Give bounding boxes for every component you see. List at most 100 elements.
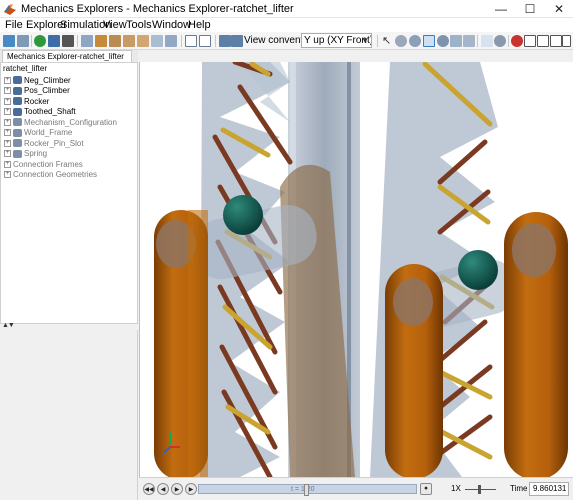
view-convention-dropdown[interactable]: Y up (XY Front) ▼ (301, 33, 372, 48)
view-3d-icon[interactable] (81, 35, 93, 47)
color-icon[interactable] (511, 35, 523, 47)
pause-icon[interactable] (48, 35, 60, 47)
menu-file[interactable]: File (5, 19, 23, 31)
close-button[interactable]: ✕ (545, 0, 573, 18)
box-right-icon[interactable] (137, 35, 149, 47)
menu-view[interactable]: View (103, 19, 127, 31)
tree-item-label: Mechanism_Configuration (24, 117, 117, 127)
stop-icon[interactable] (62, 35, 74, 47)
properties-panel (0, 330, 138, 500)
toolbar-separator (377, 35, 378, 47)
3d-viewport[interactable] (139, 62, 573, 477)
menu-window[interactable]: Window (152, 19, 191, 31)
speed-slider[interactable] (465, 485, 496, 494)
skip-to-start-button[interactable]: ◀◀ (143, 483, 155, 495)
zoom-box-icon[interactable] (231, 35, 243, 47)
expand-icon[interactable]: + (4, 160, 11, 168)
left-link (154, 210, 208, 477)
timeline-slider[interactable]: t = 1.20 (198, 484, 417, 496)
tree-root-label: ratchet_lifter (3, 64, 48, 73)
box-back-icon[interactable] (109, 35, 121, 47)
layout-icon[interactable] (562, 35, 571, 47)
step-forward-button[interactable]: ▶ (185, 483, 197, 495)
pan-icon[interactable] (423, 35, 435, 47)
fit-to-view-icon[interactable] (463, 35, 475, 47)
time-label: Time (510, 484, 528, 493)
menu-help[interactable]: Help (188, 19, 211, 31)
maximize-button[interactable]: ☐ (516, 0, 544, 18)
expand-icon[interactable]: + (4, 129, 11, 136)
minimize-button[interactable]: — (487, 0, 515, 18)
zoom-region-icon[interactable] (450, 35, 462, 47)
minimize-icon: — (495, 2, 507, 16)
roll-icon[interactable] (409, 35, 421, 47)
frame-icon (13, 128, 22, 137)
tree-item-label: Neg_Climber (24, 75, 71, 85)
tree-item[interactable]: + Pos_Climber (4, 86, 70, 96)
maximize-icon: ☐ (524, 2, 536, 16)
expand-icon[interactable]: + (4, 150, 11, 157)
tree-item[interactable]: + Spring (4, 149, 47, 159)
tree-root[interactable]: ratchet_lifter (3, 64, 47, 73)
tree-item[interactable]: + Rocker (4, 96, 49, 106)
speed-thumb[interactable] (478, 485, 481, 494)
zoom-icon[interactable] (437, 35, 449, 47)
tree-item-label: Rocker_Pin_Slot (24, 138, 84, 148)
model-icon[interactable] (17, 35, 29, 47)
timeline-thumb[interactable] (304, 484, 309, 496)
single-view-icon[interactable] (199, 35, 211, 47)
chevron-down-icon: ▼ (361, 36, 369, 45)
expand-icon[interactable]: + (4, 171, 11, 178)
tree-item[interactable]: + Connection Geometries (4, 170, 97, 180)
tree-item[interactable]: + Neg_Climber (4, 75, 71, 85)
select-cursor-icon[interactable]: ↖ (382, 35, 394, 47)
subsystem-icon (13, 76, 22, 84)
sphere-icon[interactable] (494, 35, 506, 47)
menu-tools[interactable]: Tools (126, 19, 152, 31)
mechanism-render[interactable] (140, 62, 573, 477)
expand-icon[interactable]: + (4, 76, 11, 84)
tree-item[interactable]: + Rocker_Pin_Slot (4, 138, 84, 148)
tab-mechanics-explorer[interactable]: Mechanics Explorer-ratchet_lifter (2, 50, 132, 62)
subsystem-icon (13, 107, 22, 116)
update-diagram-icon[interactable] (3, 35, 15, 47)
tree-item[interactable]: + Toothed_Shaft (4, 107, 76, 117)
frames-icon[interactable] (481, 35, 493, 47)
box-left-icon[interactable] (123, 35, 135, 47)
rotate-icon[interactable] (395, 35, 407, 47)
expand-icon[interactable]: + (4, 118, 11, 126)
box-top-icon[interactable] (151, 35, 163, 47)
tree-item[interactable]: + Connection Frames (4, 159, 83, 169)
tree-item-label: Rocker (24, 96, 50, 106)
tree-item-label: World_Frame (24, 128, 73, 137)
toolbar-separator (31, 35, 32, 47)
config-icon (13, 118, 22, 126)
joint-icon (13, 139, 22, 147)
step-forward-icon: ▶ (188, 486, 194, 493)
tree-item-label: Connection Frames (13, 159, 83, 169)
step-back-button[interactable]: ◀ (157, 483, 169, 495)
grid-view-icon[interactable] (185, 35, 197, 47)
toolbar-separator (477, 35, 478, 47)
expand-icon[interactable]: + (4, 87, 11, 94)
expand-icon[interactable]: + (4, 108, 11, 115)
tree-item[interactable]: + World_Frame (4, 128, 72, 138)
play-button[interactable]: ▶ (171, 483, 183, 495)
speed-label: 1X (451, 484, 461, 493)
record-icon: ⏺ (424, 485, 428, 492)
four-pane-icon[interactable] (550, 35, 562, 47)
expand-icon[interactable]: + (4, 97, 11, 105)
time-field[interactable]: 9.860131 (529, 482, 569, 496)
right-ball (458, 250, 498, 290)
run-icon[interactable] (34, 35, 46, 47)
zoom-fit-icon[interactable] (219, 35, 231, 47)
collapse-arrows-icon[interactable]: ▲▼ (2, 322, 15, 329)
box-bottom-icon[interactable] (165, 35, 177, 47)
two-pane-icon[interactable] (537, 35, 549, 47)
box-front-icon[interactable] (95, 35, 107, 47)
tree-item[interactable]: + Mechanism_Configuration (4, 117, 117, 127)
expand-icon[interactable]: + (4, 139, 11, 147)
record-button[interactable]: ⏺ (420, 483, 432, 495)
right-link-front (385, 264, 443, 477)
single-pane-icon[interactable] (524, 35, 536, 47)
